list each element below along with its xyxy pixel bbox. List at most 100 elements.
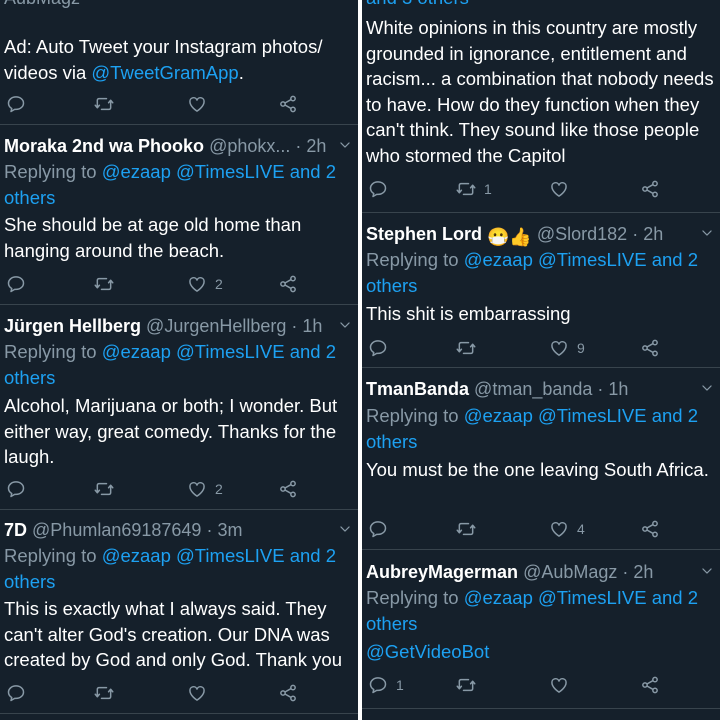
reply-icon (6, 274, 26, 294)
chevron-down-icon[interactable] (700, 226, 714, 240)
retweet-icon (94, 94, 114, 114)
like-button[interactable]: 2 (187, 273, 223, 295)
retweet-icon (94, 683, 114, 703)
reply-count: 1 (396, 677, 404, 693)
like-count: 9 (577, 340, 585, 356)
author-handle[interactable]: @AubMagz (523, 562, 617, 582)
share-icon (278, 683, 298, 703)
replying-to: Replying to @ezaap @TimesLIVE and 2 othe… (4, 545, 337, 592)
chevron-down-icon[interactable] (700, 564, 714, 578)
tweet-body: You must be the one leaving South Africa… (366, 459, 709, 480)
reply-button[interactable] (6, 478, 26, 500)
replying-to: Replying to @ezaap @TimesLIVE and 2 othe… (366, 249, 699, 296)
reply-button[interactable] (6, 273, 26, 295)
tweet-time: · 2h (622, 562, 654, 582)
tweet-header[interactable]: Stephen Lord 😷👍 @Slord182 · 2h (366, 222, 716, 249)
like-count: 4 (577, 521, 585, 537)
retweet-button[interactable] (456, 518, 476, 540)
divider (0, 304, 358, 305)
like-icon (187, 479, 207, 499)
tweet-body: White opinions in this country are mostl… (366, 17, 714, 166)
retweet-button[interactable] (94, 273, 114, 295)
like-icon (549, 675, 569, 695)
like-icon (187, 94, 207, 114)
tweet-header[interactable]: AubreyMagerman @AubMagz · 2h (366, 560, 716, 584)
retweet-button[interactable] (456, 337, 476, 359)
reply-button[interactable] (368, 337, 388, 359)
like-button[interactable] (187, 93, 207, 115)
retweet-button[interactable] (456, 674, 476, 696)
tweet-body: She should be at age old home than hangi… (4, 214, 302, 261)
chevron-down-icon[interactable] (338, 522, 352, 536)
author-name[interactable]: Moraka 2nd wa Phooko (4, 136, 204, 156)
like-count: 2 (215, 481, 223, 497)
tweet-header[interactable]: Moraka 2nd wa Phooko @phokx... · 2h (4, 134, 354, 158)
author-handle[interactable]: @tman_banda (474, 379, 592, 399)
tweet-header[interactable]: 7D @Phumlan69187649 · 3m (4, 518, 354, 542)
author-handle[interactable]: @Phumlan69187649 (32, 520, 201, 540)
like-button[interactable] (549, 674, 569, 696)
share-button[interactable] (640, 178, 660, 200)
author-name[interactable]: AubreyMagerman (366, 562, 518, 582)
retweet-icon (94, 479, 114, 499)
author-name[interactable]: TmanBanda (366, 379, 469, 399)
share-button[interactable] (278, 478, 298, 500)
tweet-time: · 1h (597, 379, 629, 399)
author-name[interactable]: 7D (4, 520, 27, 540)
tweet-header[interactable]: Jürgen Hellberg @JurgenHellberg · 1h (4, 314, 354, 338)
reply-button[interactable] (6, 682, 26, 704)
tweet-actions: 2 (0, 273, 358, 295)
divider (362, 212, 720, 213)
like-icon (549, 179, 569, 199)
tweet-actions: 1 (362, 178, 720, 200)
retweet-button[interactable] (94, 682, 114, 704)
mention-link[interactable]: @GetVideoBot (366, 641, 489, 662)
like-button[interactable]: 2 (187, 478, 223, 500)
reply-icon (6, 94, 26, 114)
author-handle[interactable]: @phokx... (209, 136, 290, 156)
reply-icon (6, 479, 26, 499)
retweet-count: 1 (484, 181, 492, 197)
replying-to: Replying to @ezaap @TimesLIVE and 2 othe… (366, 405, 699, 452)
ad-link[interactable]: @TweetGramApp (91, 62, 238, 83)
author-handle[interactable]: @JurgenHellberg (146, 316, 286, 336)
like-button[interactable]: 9 (549, 337, 585, 359)
like-button[interactable]: 4 (549, 518, 585, 540)
retweet-button[interactable] (94, 478, 114, 500)
reply-icon (368, 675, 388, 695)
like-icon (549, 338, 569, 358)
retweet-button[interactable]: 1 (456, 178, 492, 200)
reply-icon (368, 179, 388, 199)
like-button[interactable] (187, 682, 207, 704)
tweet-actions: 2 (0, 478, 358, 500)
share-button[interactable] (640, 518, 660, 540)
reply-button[interactable] (6, 93, 26, 115)
retweet-icon (456, 519, 476, 539)
right-screenshot-panel: and 3 others White opinions in this coun… (362, 0, 720, 720)
reply-button[interactable] (368, 178, 388, 200)
like-button[interactable] (549, 178, 569, 200)
chevron-down-icon[interactable] (338, 318, 352, 332)
retweet-icon (456, 179, 476, 199)
replying-to: Replying to @ezaap @TimesLIVE and 2 othe… (4, 341, 337, 388)
retweet-button[interactable] (94, 93, 114, 115)
tweet-body: This is exactly what I always said. They… (4, 598, 343, 670)
share-button[interactable] (278, 682, 298, 704)
tweet-actions: 9 (362, 337, 720, 359)
share-button[interactable] (278, 93, 298, 115)
share-button[interactable] (278, 273, 298, 295)
tweet-header[interactable]: TmanBanda @tman_banda · 1h (366, 377, 716, 401)
share-icon (640, 519, 660, 539)
chevron-down-icon[interactable] (338, 138, 352, 152)
share-button[interactable] (640, 337, 660, 359)
author-name[interactable]: Jürgen Hellberg (4, 316, 141, 336)
author-name[interactable]: Stephen Lord (366, 224, 482, 244)
tweet-body: Alcohol, Marijuana or both; I wonder. Bu… (4, 395, 338, 467)
chevron-down-icon[interactable] (700, 381, 714, 395)
author-handle[interactable]: @Slord182 (537, 224, 627, 244)
share-button[interactable] (640, 674, 660, 696)
tweet-body: This shit is embarrassing (366, 303, 571, 324)
reply-button[interactable] (368, 518, 388, 540)
ad-text: Ad: Auto Tweet your Instagram photos/ vi… (4, 36, 323, 83)
reply-button[interactable]: 1 (368, 674, 404, 696)
